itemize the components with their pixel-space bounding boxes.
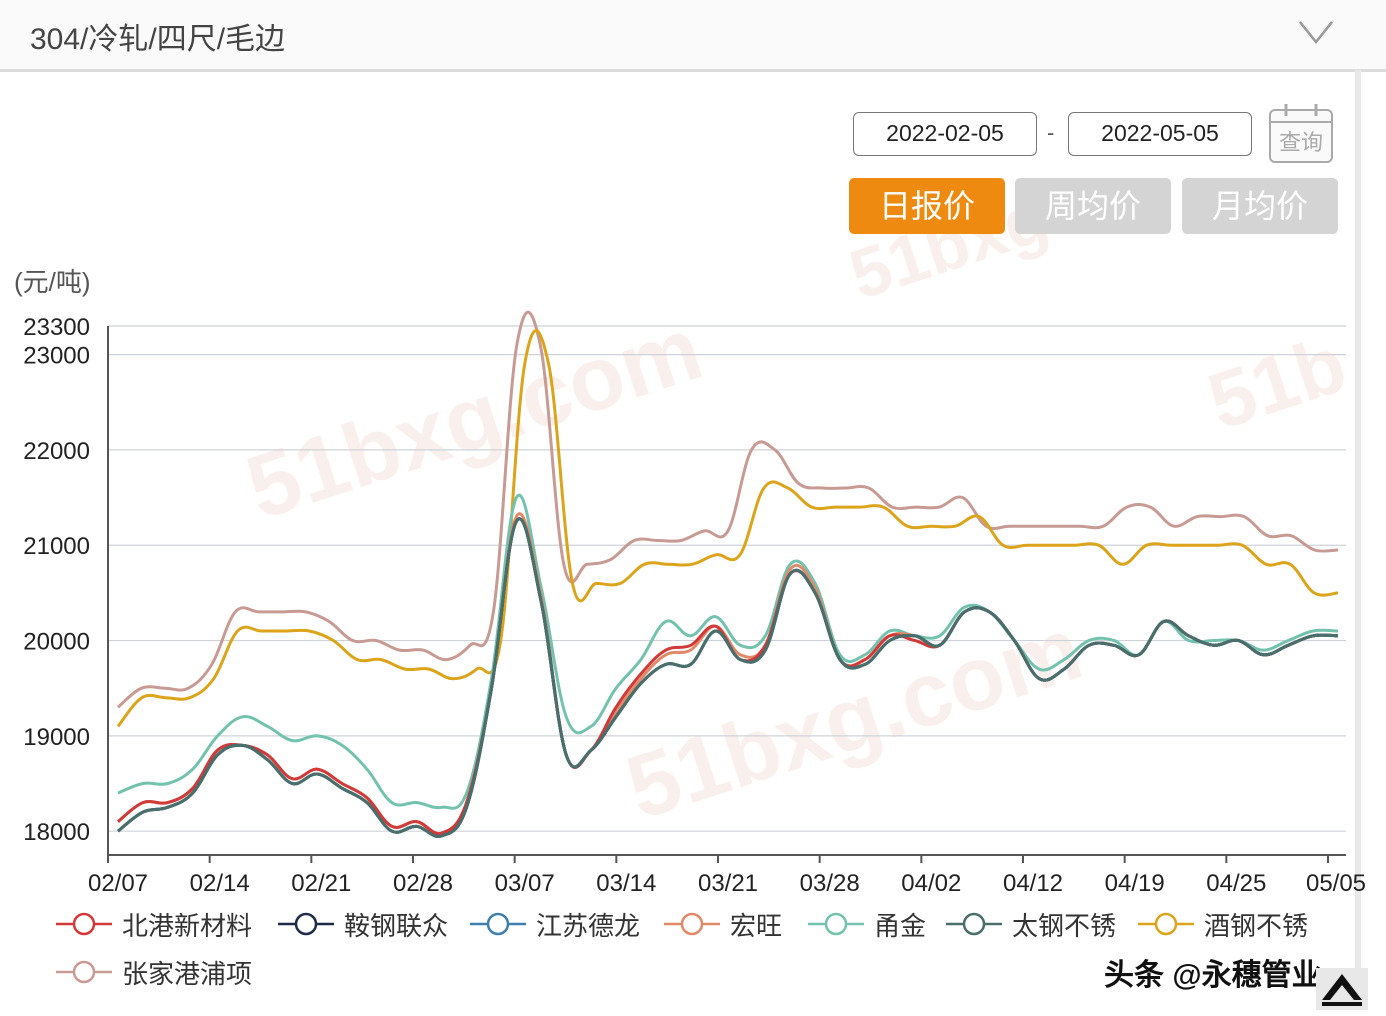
series-line-6: [117, 517, 1339, 839]
end-date-input[interactable]: 2022-05-05: [1068, 112, 1252, 156]
legend-label: 鞍钢联众: [344, 910, 449, 941]
legend-label: 太钢不锈: [1012, 910, 1117, 941]
x-tick-label: 04/12: [1003, 870, 1063, 897]
start-date-input[interactable]: 2022-02-05: [853, 112, 1037, 156]
x-tick-label: 04/19: [1105, 870, 1165, 897]
legend-item[interactable]: 太钢不锈: [946, 904, 1116, 944]
x-tick-label: 02/14: [190, 870, 250, 897]
legend-label: 酒钢不锈: [1204, 910, 1309, 941]
y-axis-unit: (元/吨): [14, 267, 91, 297]
date-separator: -: [1047, 120, 1055, 145]
legend-marker-icon: [946, 912, 1002, 936]
legend-item[interactable]: 鞍钢联众: [278, 904, 448, 944]
x-tick-label: 02/28: [393, 870, 453, 897]
y-tick-label: 23300: [23, 314, 90, 341]
x-tick-label: 02/21: [291, 870, 351, 897]
legend-marker-icon: [56, 960, 112, 984]
calendar-query-button[interactable]: 查询: [1268, 102, 1334, 164]
price-line-chart: 18000 19000 20000 21000 22000 2300023300 02/07…: [23, 310, 1366, 897]
legend-item[interactable]: 甬金: [808, 904, 926, 944]
legend-item[interactable]: 北港新材料: [56, 904, 252, 944]
y-tick-label: 22000: [23, 438, 90, 465]
y-tick-label: 21000: [23, 533, 90, 560]
x-tick-label: 04/02: [901, 870, 961, 897]
series-line-2: [117, 517, 1339, 839]
y-tick-label: 18000: [23, 819, 90, 846]
legend-marker-icon: [470, 912, 526, 936]
legend-marker-icon: [664, 912, 720, 936]
y-tick-label: 23000: [23, 343, 90, 370]
scroll-to-top-icon[interactable]: [1316, 968, 1368, 1010]
series-line-8: [117, 310, 1339, 709]
x-tick-label: 04/25: [1206, 870, 1266, 897]
tab-weekly-average[interactable]: 周均价: [1015, 178, 1171, 234]
series-line-5: [117, 493, 1339, 810]
legend-item[interactable]: 江苏德龙: [470, 904, 640, 944]
tab-monthly-average[interactable]: 月均价: [1182, 178, 1338, 234]
x-tick-label: 03/28: [800, 870, 860, 897]
legend-item[interactable]: 酒钢不锈: [1138, 904, 1308, 944]
legend-marker-icon: [278, 912, 334, 936]
legend-label: 北港新材料: [122, 910, 253, 941]
x-tick-label: 02/07: [88, 870, 148, 897]
legend-label: 宏旺: [730, 910, 783, 941]
tab-daily-price[interactable]: 日报价: [849, 178, 1005, 234]
legend-marker-icon: [808, 912, 864, 936]
legend-marker-icon: [1138, 912, 1194, 936]
series-line-4: [117, 512, 1339, 836]
legend-label: 甬金: [874, 910, 927, 941]
y-tick-label: 19000: [23, 724, 90, 751]
series-line-1: [117, 517, 1339, 836]
legend-item[interactable]: 张家港浦项: [56, 952, 252, 992]
legend-label: 张家港浦项: [122, 958, 253, 989]
y-tick-label: 20000: [23, 629, 90, 656]
series-line-3: [117, 517, 1339, 839]
x-tick-label: 05/05: [1306, 870, 1366, 897]
query-label: 查询: [1279, 131, 1323, 156]
author-watermark: 头条 @永穗管业: [1104, 959, 1322, 992]
x-tick-label: 03/07: [495, 870, 555, 897]
x-tick-label: 03/14: [596, 870, 656, 897]
legend-label: 江苏德龙: [536, 910, 641, 941]
legend-marker-icon: [56, 912, 112, 936]
x-tick-label: 03/21: [698, 870, 758, 897]
legend-item[interactable]: 宏旺: [664, 904, 782, 944]
